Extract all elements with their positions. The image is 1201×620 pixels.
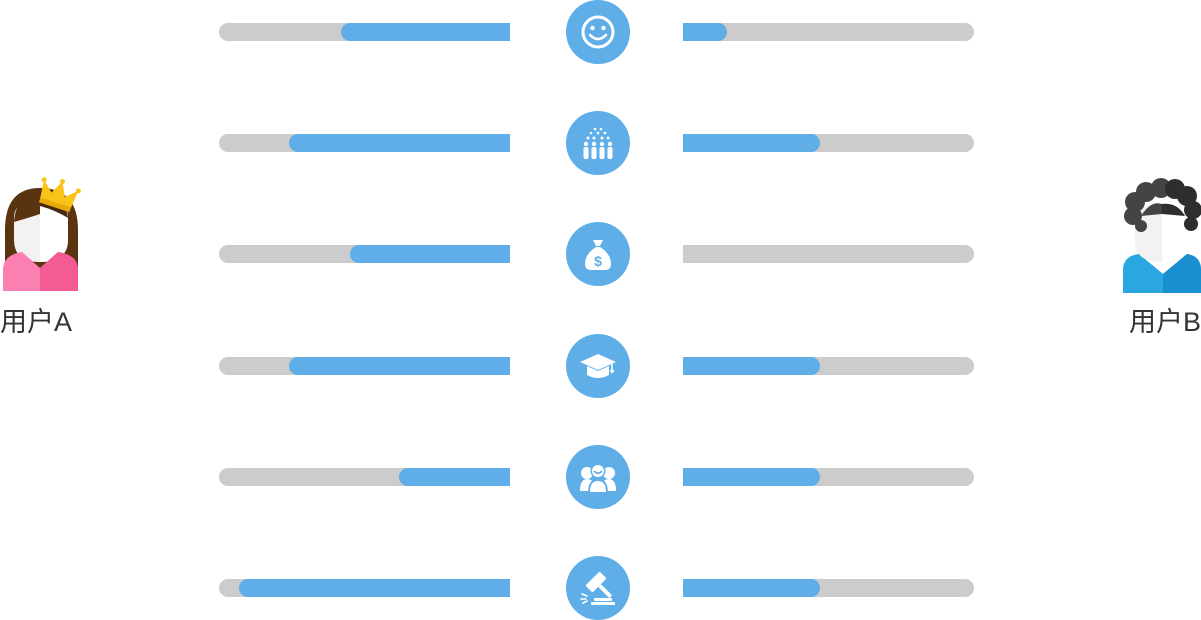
user-b-progress-fill xyxy=(683,134,820,152)
user-b-progress-bar xyxy=(683,134,974,152)
user-a-progress-bar xyxy=(219,468,510,486)
male-avatar-curly-hair-icon xyxy=(1123,178,1201,293)
money-bag-icon: $ xyxy=(566,222,630,286)
user-a-progress-bar xyxy=(219,23,510,41)
user-b-progress-bar xyxy=(683,245,974,263)
comparison-row: $ xyxy=(219,222,974,286)
comparison-row xyxy=(219,334,974,398)
user-b-label: 用户B xyxy=(1128,307,1201,337)
user-a-progress-fill xyxy=(399,468,510,486)
user-b-progress-fill xyxy=(683,468,820,486)
user-b-progress-bar xyxy=(683,468,974,486)
audience-icon xyxy=(566,111,630,175)
comparison-row xyxy=(219,445,974,509)
comparison-row xyxy=(219,556,974,620)
user-b-progress-bar xyxy=(683,23,974,41)
user-b-progress-bar xyxy=(683,579,974,597)
user-a-progress-bar xyxy=(219,134,510,152)
user-b-progress-fill xyxy=(683,579,820,597)
smiley-icon xyxy=(566,0,630,64)
user-a-progress-bar xyxy=(219,579,510,597)
svg-text:$: $ xyxy=(594,253,602,269)
user-a-progress-fill xyxy=(288,357,510,375)
user-a-progress-fill xyxy=(349,245,510,263)
group-icon xyxy=(566,445,630,509)
gavel-icon xyxy=(566,556,630,620)
comparison-row xyxy=(219,111,974,175)
user-a-progress-bar xyxy=(219,245,510,263)
user-b-progress-fill xyxy=(683,357,820,375)
user-a-progress-fill xyxy=(239,579,510,597)
user-a-progress-fill xyxy=(341,23,510,41)
user-a-label: 用户A xyxy=(0,307,73,337)
user-b-progress-fill xyxy=(683,23,727,41)
user-a-progress-fill xyxy=(288,134,510,152)
graduation-cap-icon xyxy=(566,334,630,398)
user-b-progress-bar xyxy=(683,357,974,375)
comparison-row xyxy=(219,0,974,64)
female-avatar-crown-icon xyxy=(3,177,81,291)
user-a-progress-bar xyxy=(219,357,510,375)
